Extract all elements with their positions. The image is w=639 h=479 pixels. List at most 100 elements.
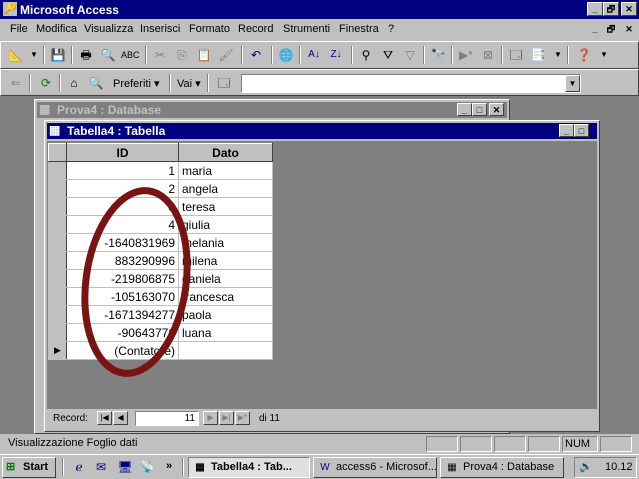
format-painter-icon[interactable]: 🖌	[217, 46, 235, 64]
table-maximize-button[interactable]: □	[574, 124, 589, 137]
home-icon[interactable]: ⌂	[65, 74, 83, 92]
new-object-dropdown-icon[interactable]: ▼	[549, 46, 567, 64]
search-web-icon[interactable]: 🔍	[87, 74, 105, 92]
cell-dato[interactable]: teresa	[178, 197, 273, 216]
row-selector[interactable]	[48, 305, 67, 324]
undo-icon[interactable]: ↶	[247, 46, 265, 64]
view-dropdown-icon[interactable]: ▼	[25, 46, 43, 64]
menu-modifica[interactable]: Modifica	[36, 23, 77, 35]
minimize-button[interactable]: _	[587, 2, 603, 16]
next-record-button[interactable]: ▶	[203, 411, 218, 425]
database-window-icon[interactable]: 🗔	[507, 46, 525, 64]
view-design-icon[interactable]: 📐	[7, 46, 25, 64]
office-assistant-icon[interactable]: ❓	[575, 46, 593, 64]
paste-icon[interactable]: 📋	[195, 46, 213, 64]
new-object-icon[interactable]: 📑	[529, 46, 547, 64]
refresh-icon[interactable]: ⟳	[37, 74, 55, 92]
print-preview-icon[interactable]: 🔍	[99, 46, 117, 64]
column-header-dato[interactable]: Dato	[178, 143, 273, 162]
cell-id[interactable]: -1640831969	[66, 233, 179, 252]
db-close-button[interactable]: ✕	[489, 103, 504, 116]
task-access6[interactable]: W access6 - Microsof...	[313, 457, 437, 478]
cell-dato[interactable]: paola	[178, 305, 273, 324]
save-icon[interactable]: 💾	[49, 46, 67, 64]
outlook-quicklaunch-icon[interactable]: ✉	[92, 458, 110, 476]
address-dropdown-icon[interactable]: ▼	[565, 75, 580, 92]
menu-help[interactable]: ?	[388, 23, 394, 35]
quicklaunch-more-icon[interactable]: »	[166, 460, 172, 472]
sort-descending-icon[interactable]: Z↓	[327, 46, 345, 64]
row-selector[interactable]	[48, 197, 67, 216]
cell-id[interactable]: 3	[66, 197, 179, 216]
cell-dato[interactable]: maria	[178, 161, 273, 180]
close-button[interactable]: ✕	[621, 2, 637, 16]
db-minimize-button[interactable]: _	[457, 103, 472, 116]
show-web-toolbar-icon[interactable]: 🗔	[215, 74, 233, 92]
task-tabella4[interactable]: ▦ Tabella4 : Tab...	[188, 457, 310, 478]
row-selector[interactable]	[48, 269, 67, 288]
cell-dato[interactable]: milena	[178, 251, 273, 270]
row-selector[interactable]	[48, 161, 67, 180]
favorites-menu[interactable]: Preferiti ▾	[113, 77, 159, 90]
channels-quicklaunch-icon[interactable]: 📡	[138, 458, 156, 476]
cell-id[interactable]: -105163070	[66, 287, 179, 306]
table-minimize-button[interactable]: _	[559, 124, 574, 137]
assistant-dropdown-icon[interactable]: ▼	[595, 46, 613, 64]
address-input[interactable]: ▼	[241, 74, 581, 93]
cell-dato[interactable]: francesca	[178, 287, 273, 306]
find-icon[interactable]: 🔭	[429, 46, 447, 64]
first-record-button[interactable]: |◀	[97, 411, 112, 425]
row-selector[interactable]	[48, 215, 67, 234]
cell-id[interactable]: 2	[66, 179, 179, 198]
select-all-corner[interactable]	[48, 143, 67, 162]
menu-visualizza[interactable]: Visualizza	[84, 23, 133, 35]
filter-by-form-icon[interactable]: ⛛	[379, 46, 397, 64]
back-icon[interactable]: ⇐	[7, 74, 25, 92]
filter-by-selection-icon[interactable]: ⚲	[357, 46, 375, 64]
copy-icon[interactable]: ⎘	[173, 46, 191, 64]
menu-finestra[interactable]: Finestra	[339, 23, 379, 35]
cell-id[interactable]: 883290996	[66, 251, 179, 270]
spelling-icon[interactable]: ABC	[121, 46, 140, 64]
row-selector[interactable]	[48, 251, 67, 270]
cell-dato[interactable]: angela	[178, 179, 273, 198]
menu-record[interactable]: Record	[238, 23, 273, 35]
column-header-id[interactable]: ID	[66, 143, 179, 162]
desktop-quicklaunch-icon[interactable]: 🖥	[116, 458, 134, 476]
row-selector[interactable]	[48, 323, 67, 342]
sort-ascending-icon[interactable]: A↓	[305, 46, 323, 64]
new-row-selector[interactable]: ▶	[48, 341, 67, 360]
ie-quicklaunch-icon[interactable]: ℯ	[70, 458, 88, 476]
cell-id[interactable]: 4	[66, 215, 179, 234]
restore-button[interactable]: 🗗	[603, 2, 619, 16]
go-menu[interactable]: Vai ▾	[177, 77, 201, 90]
menu-inserisci[interactable]: Inserisci	[140, 23, 180, 35]
cell-id[interactable]: -219806875	[66, 269, 179, 288]
child-close-button[interactable]: ✕	[621, 23, 637, 37]
menu-strumenti[interactable]: Strumenti	[283, 23, 330, 35]
apply-filter-icon[interactable]: ▽	[401, 46, 419, 64]
cell-dato[interactable]: giulia	[178, 215, 273, 234]
new-record-nav-button[interactable]: ▶*	[235, 411, 250, 425]
clock[interactable]: 10.12	[605, 461, 633, 473]
hyperlink-icon[interactable]: 🌐	[277, 46, 295, 64]
task-prova4[interactable]: ▦ Prova4 : Database	[440, 457, 564, 478]
cut-icon[interactable]: ✂	[151, 46, 169, 64]
cell-id[interactable]: -90643776	[66, 323, 179, 342]
last-record-button[interactable]: ▶|	[219, 411, 234, 425]
cell-dato[interactable]: melania	[178, 233, 273, 252]
print-icon[interactable]: 🖶	[77, 46, 95, 64]
row-selector[interactable]	[48, 287, 67, 306]
cell-dato[interactable]: daniela	[178, 269, 273, 288]
menu-formato[interactable]: Formato	[189, 23, 230, 35]
delete-record-icon[interactable]: ⊠	[479, 46, 497, 64]
child-restore-button[interactable]: 🗗	[603, 23, 619, 37]
child-minimize-button[interactable]: _	[587, 23, 603, 37]
cell-dato[interactable]: luana	[178, 323, 273, 342]
new-record-icon[interactable]: ▶*	[457, 46, 475, 64]
row-selector[interactable]	[48, 233, 67, 252]
previous-record-button[interactable]: ◀	[113, 411, 128, 425]
cell-id[interactable]: 1	[66, 161, 179, 180]
row-selector[interactable]	[48, 179, 67, 198]
db-maximize-button[interactable]: □	[472, 103, 487, 116]
